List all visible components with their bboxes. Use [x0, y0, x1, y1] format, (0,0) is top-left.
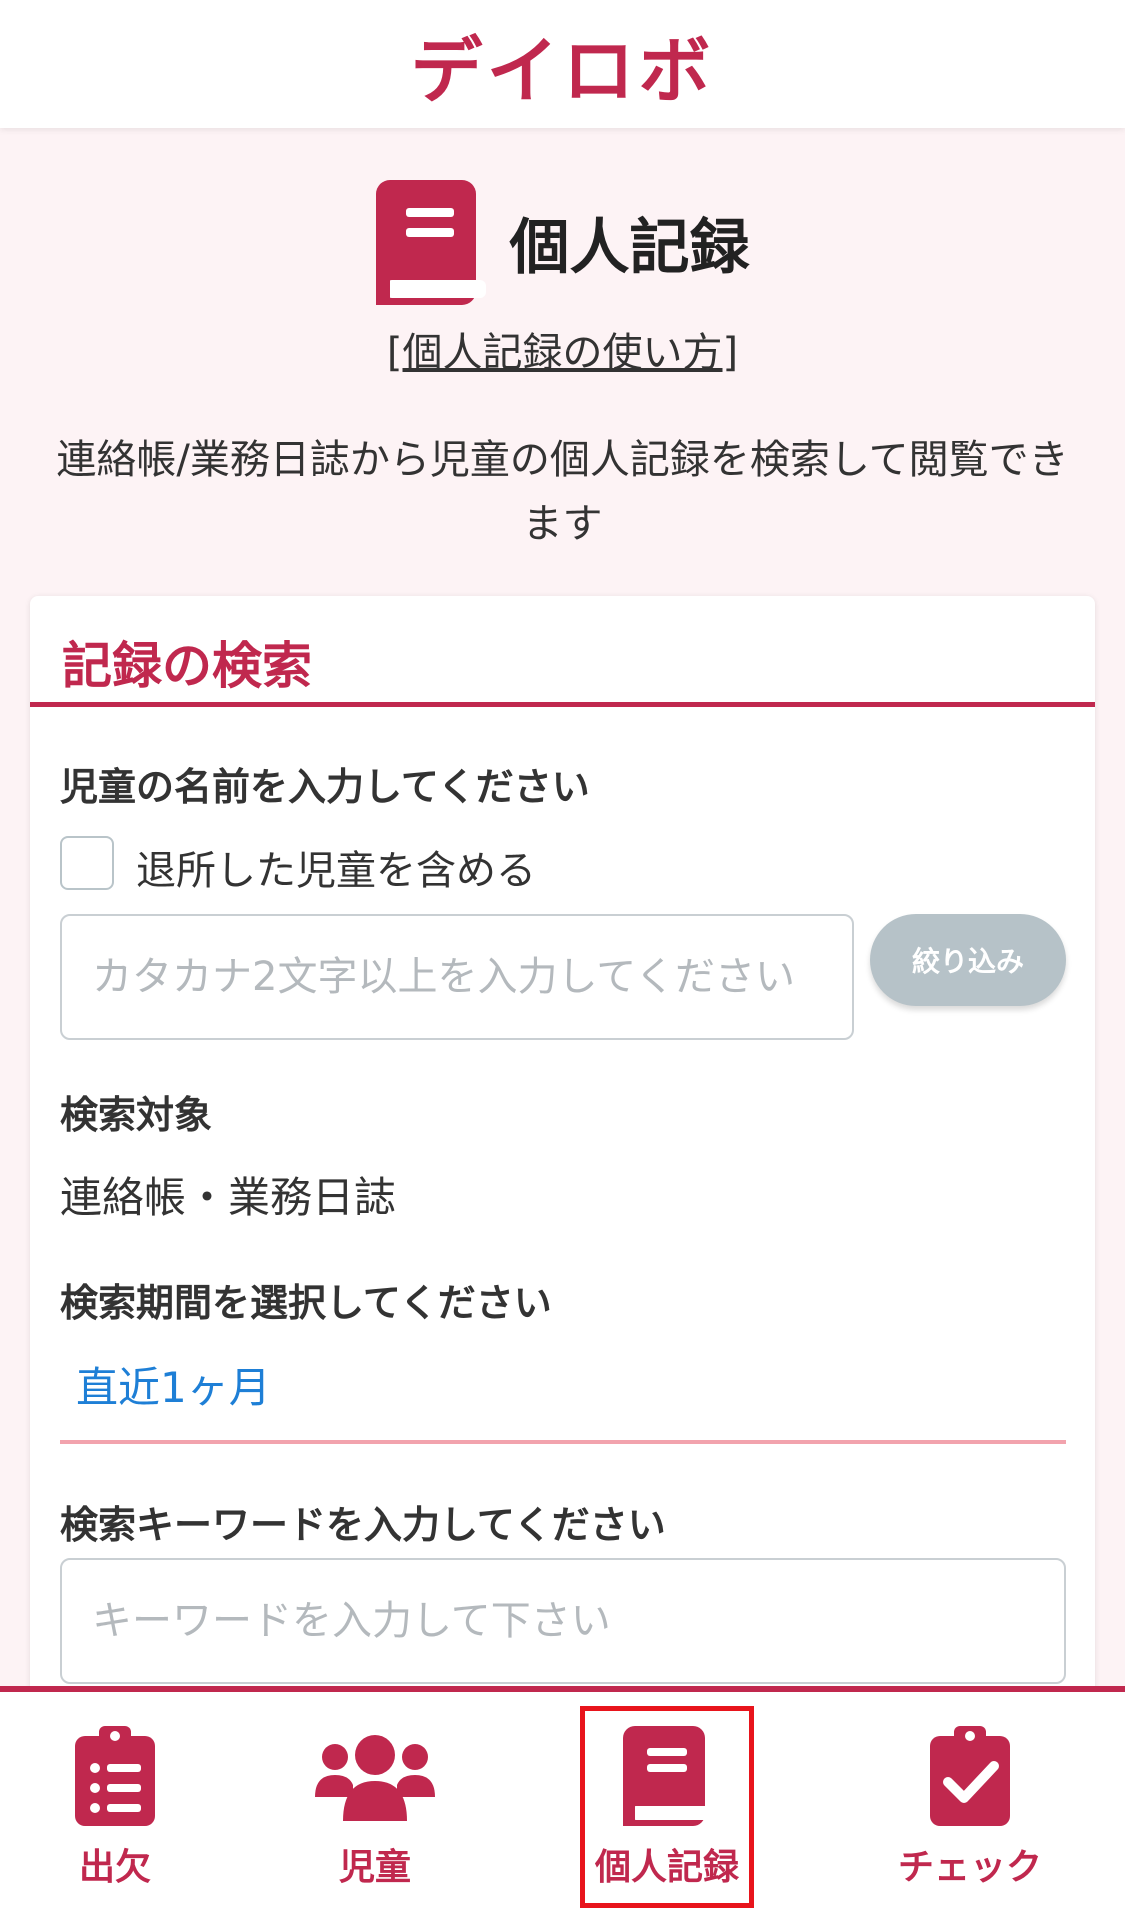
target-label: 検索対象 — [60, 1093, 213, 1137]
book-icon — [375, 180, 486, 305]
search-card: 記録の検索 児童の名前を入力してください 退所した児童を含める 絞り込み 検索対… — [30, 596, 1095, 1696]
include-left-checkbox[interactable] — [60, 836, 114, 890]
keyword-label: 検索キーワードを入力してください — [60, 1503, 666, 1547]
period-label: 検索期間を選択してください — [60, 1281, 552, 1325]
card-title: 記録の検索 — [62, 637, 312, 695]
page-description: 連絡帳/業務日誌から児童の個人記録を検索して閲覧できます — [56, 437, 1069, 547]
app-header: デイロボ — [0, 0, 1125, 128]
howto-link[interactable]: 個人記録の使い方 — [403, 330, 723, 376]
nav-label-personal-records: 個人記録 — [594, 1847, 739, 1888]
howto-bracket-open: [ — [386, 330, 403, 376]
nav-item-attendance[interactable]: 出欠 — [30, 1692, 200, 1918]
nav-label-check: チェック — [897, 1847, 1042, 1888]
keyword-input[interactable] — [60, 1558, 1066, 1684]
target-value: 連絡帳・業務日誌 — [60, 1173, 397, 1222]
period-select[interactable]: 直近1ヶ月 — [76, 1354, 271, 1415]
book-icon — [623, 1726, 711, 1826]
clipboard-list-icon — [75, 1726, 155, 1826]
clipboard-check-icon — [930, 1726, 1010, 1826]
nav-item-personal-records[interactable]: 個人記録 — [582, 1692, 752, 1918]
app-title: デイロボ — [410, 28, 715, 113]
nav-label-attendance: 出欠 — [78, 1847, 151, 1888]
users-icon — [313, 1726, 437, 1826]
include-left-label[interactable]: 退所した児童を含める — [136, 838, 536, 896]
nav-label-children: 児童 — [338, 1847, 411, 1888]
nav-item-children[interactable]: 児童 — [290, 1692, 460, 1918]
howto-line: [個人記録の使い方] — [0, 320, 1125, 378]
bottom-nav: 出欠 児童 個人記録 チェック — [0, 1686, 1125, 1918]
child-name-input[interactable] — [60, 914, 854, 1040]
filter-button[interactable]: 絞り込み — [870, 914, 1066, 1006]
card-title-divider — [30, 702, 1095, 707]
nav-item-check[interactable]: チェック — [885, 1692, 1055, 1918]
howto-bracket-close: ] — [722, 330, 739, 376]
period-underline — [60, 1440, 1066, 1444]
page-heading: 個人記録 — [0, 180, 1125, 305]
child-name-label: 児童の名前を入力してください — [60, 765, 590, 809]
page-title: 個人記録 — [509, 213, 750, 283]
